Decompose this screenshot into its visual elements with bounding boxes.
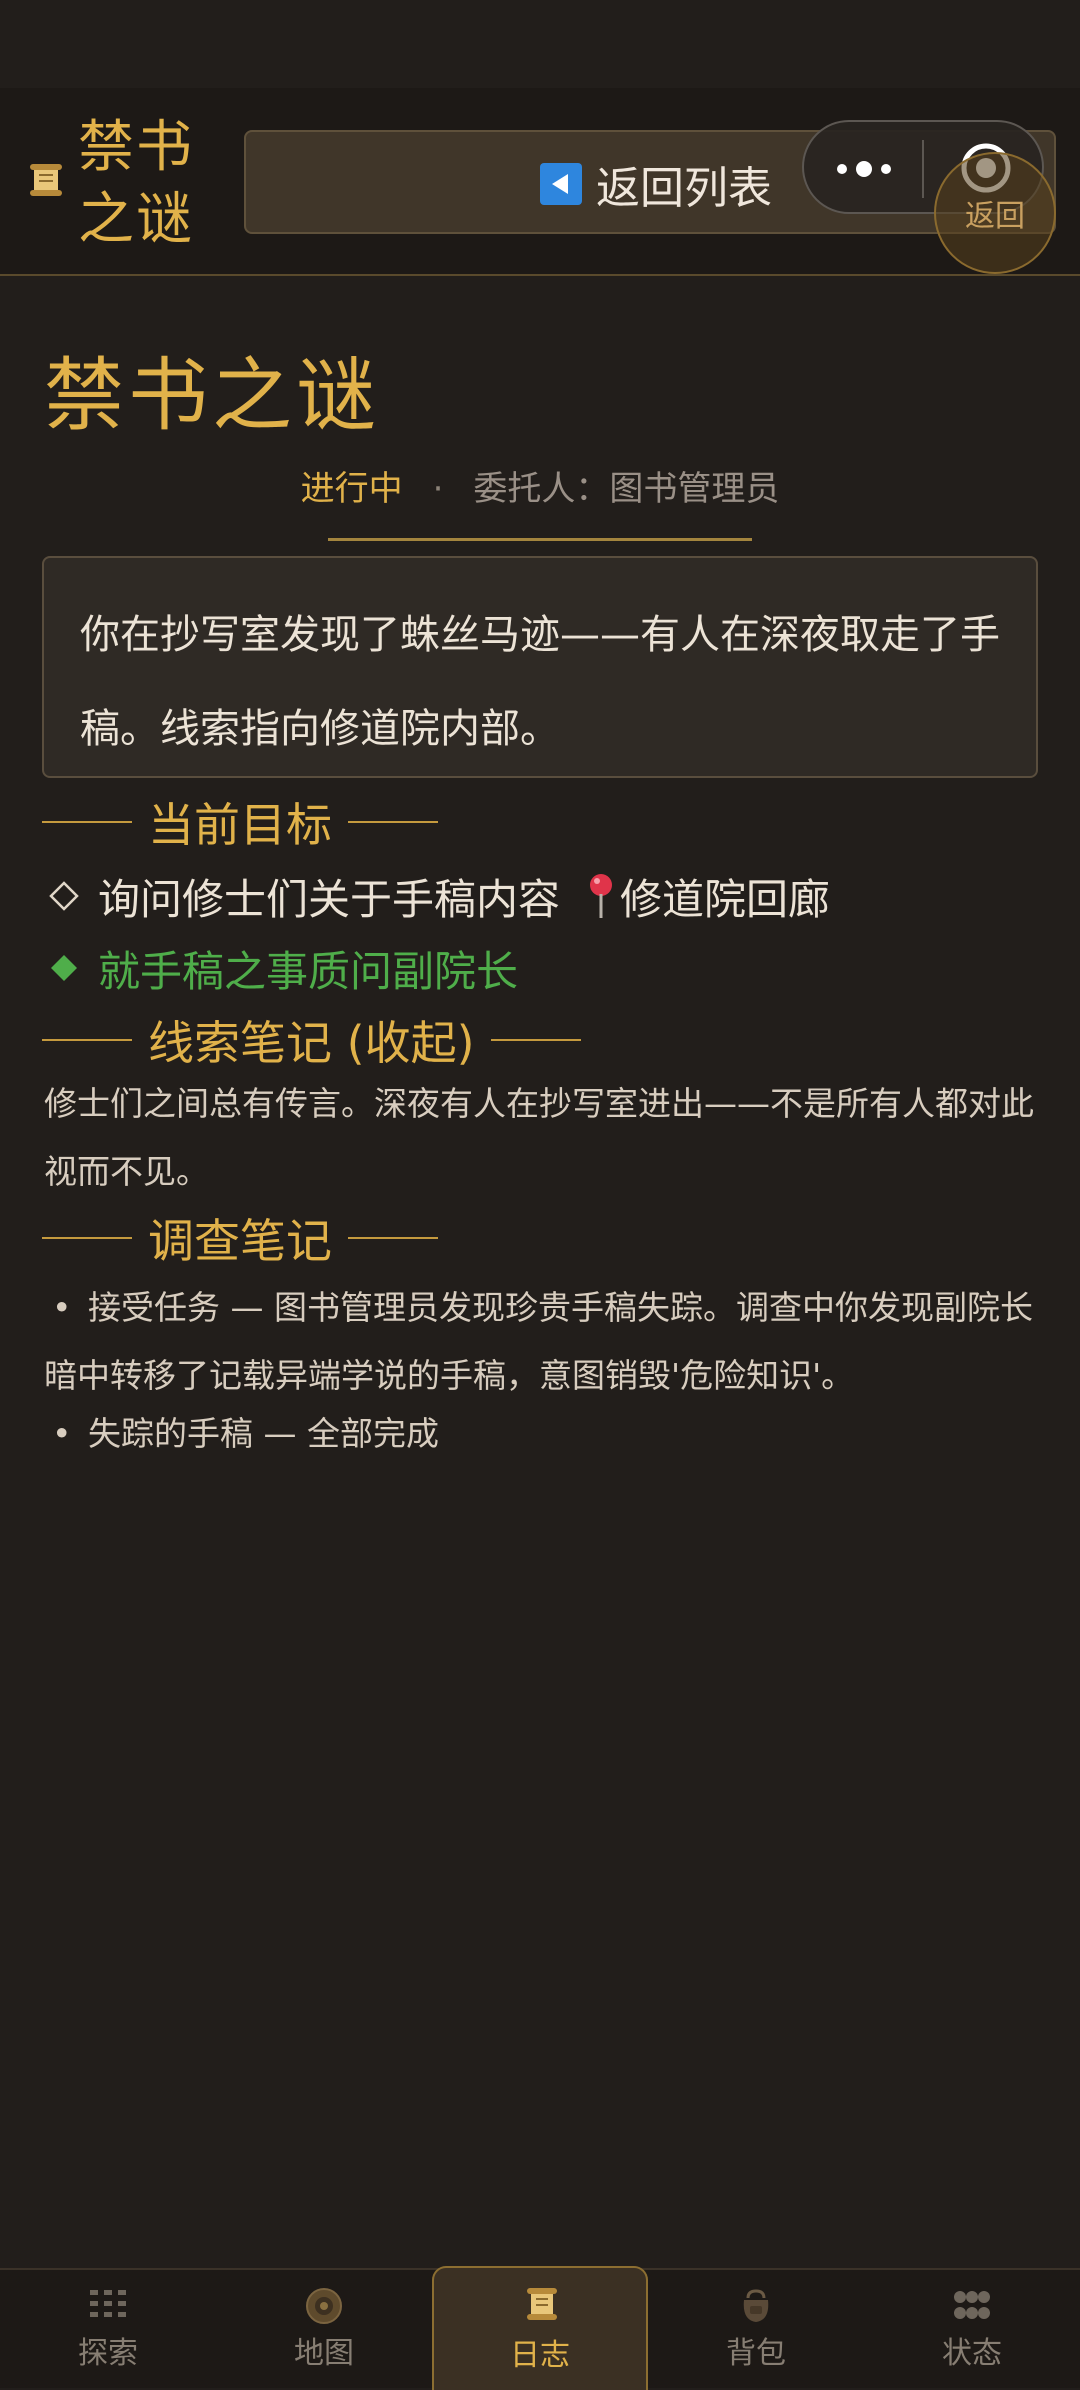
investigation-note-text: 接受任务 — 图书管理员发现珍贵手稿失踪。调查中你发现副院长暗中转移了记载异端学… bbox=[44, 1288, 1033, 1395]
tab-label: 探索 bbox=[78, 2336, 138, 2371]
tab-label: 地图 bbox=[294, 2336, 354, 2371]
investigation-note: • 接受任务 — 图书管理员发现珍贵手稿失踪。调查中你发现副院长暗中转移了记载异端… bbox=[44, 1274, 1040, 1410]
bullet-icon: • bbox=[52, 1414, 72, 1453]
floating-back-button[interactable]: 返回 bbox=[934, 152, 1056, 274]
investigation-notes: • 接受任务 — 图书管理员发现珍贵手稿失踪。调查中你发现副院长暗中转移了记载异端… bbox=[44, 1274, 1040, 1460]
bottom-tab-bar: 探索 地图 日志 背包 状态 bbox=[0, 2266, 1080, 2390]
objectives-heading: 当前目标 bbox=[42, 792, 438, 852]
tab-status[interactable]: 状态 bbox=[864, 2270, 1080, 2390]
quest-status: 进行中 bbox=[300, 469, 403, 509]
tab-journal[interactable]: 日志 bbox=[432, 2266, 648, 2390]
tab-map[interactable]: 地图 bbox=[216, 2270, 432, 2390]
bag-icon bbox=[743, 2289, 769, 2322]
scroll-icon bbox=[30, 164, 62, 196]
clues-heading[interactable]: 线索笔记 (收起) bbox=[42, 1010, 581, 1070]
tab-label: 状态 bbox=[942, 2336, 1002, 2371]
app-header: 禁书之谜 返回列表 返回 bbox=[0, 88, 1080, 276]
clue-notes-text: 修士们之间总有传言。深夜有人在抄写室进出——不是所有人都对此视而不见。 bbox=[44, 1084, 1034, 1191]
bullet-icon: • bbox=[52, 1288, 72, 1327]
quest-meta: 进行中 · 委托人：图书管理员 bbox=[0, 464, 1080, 514]
grid-icon bbox=[90, 2290, 126, 2317]
capsule-divider bbox=[922, 140, 924, 198]
tab-label: 背包 bbox=[726, 2336, 786, 2371]
quest-client: 委托人：图书管理员 bbox=[473, 469, 780, 509]
meta-separator: · bbox=[432, 469, 444, 509]
app-logo: 禁书之谜 bbox=[26, 112, 206, 252]
status-bar bbox=[0, 0, 1080, 88]
heading-line bbox=[490, 1039, 581, 1041]
heading-line bbox=[348, 1237, 438, 1239]
heading-line bbox=[42, 821, 132, 823]
hollow-diamond-icon bbox=[46, 881, 82, 911]
back-to-list-label: 返回列表 bbox=[596, 163, 772, 214]
objectives-heading-label: 当前目标 bbox=[148, 798, 332, 852]
scroll-icon bbox=[527, 2288, 557, 2320]
filled-diamond-icon bbox=[46, 953, 82, 983]
investigation-heading: 调查笔记 bbox=[42, 1208, 438, 1268]
clues-heading-label: 线索笔记 (收起) bbox=[148, 1016, 475, 1070]
heading-line bbox=[348, 821, 438, 823]
quest-description: 你在抄写室发现了蛛丝马迹——有人在深夜取走了手稿。线索指向修道院内部。 bbox=[42, 556, 1038, 778]
back-arrow-icon bbox=[540, 163, 582, 205]
investigation-note: • 失踪的手稿 — 全部完成 bbox=[44, 1408, 1040, 1460]
location-pin-icon bbox=[590, 874, 613, 918]
tab-explore[interactable]: 探索 bbox=[0, 2270, 216, 2390]
more-icon[interactable] bbox=[834, 152, 894, 186]
objective-item[interactable]: 询问修士们关于手稿内容 修道院回廊 bbox=[46, 866, 830, 926]
compass-icon bbox=[306, 2288, 342, 2324]
logo-title: 禁书之谜 bbox=[78, 115, 194, 252]
tab-bag[interactable]: 背包 bbox=[648, 2270, 864, 2390]
objective-item-active[interactable]: 就手稿之事质问副院长 bbox=[46, 938, 518, 998]
dots-icon bbox=[954, 2291, 990, 2319]
quest-title: 禁书之谜 bbox=[44, 349, 380, 442]
objective-text: 询问修士们关于手稿内容 bbox=[98, 874, 561, 924]
objective-text: 就手稿之事质问副院长 bbox=[98, 946, 519, 996]
meta-underline bbox=[328, 538, 752, 541]
investigation-heading-label: 调查笔记 bbox=[148, 1214, 332, 1268]
heading-line bbox=[42, 1237, 132, 1239]
tab-label: 日志 bbox=[510, 2338, 570, 2373]
objective-location: 修道院回廊 bbox=[620, 874, 831, 924]
heading-line bbox=[42, 1039, 132, 1041]
investigation-note-text: 失踪的手稿 — 全部完成 bbox=[88, 1414, 439, 1453]
